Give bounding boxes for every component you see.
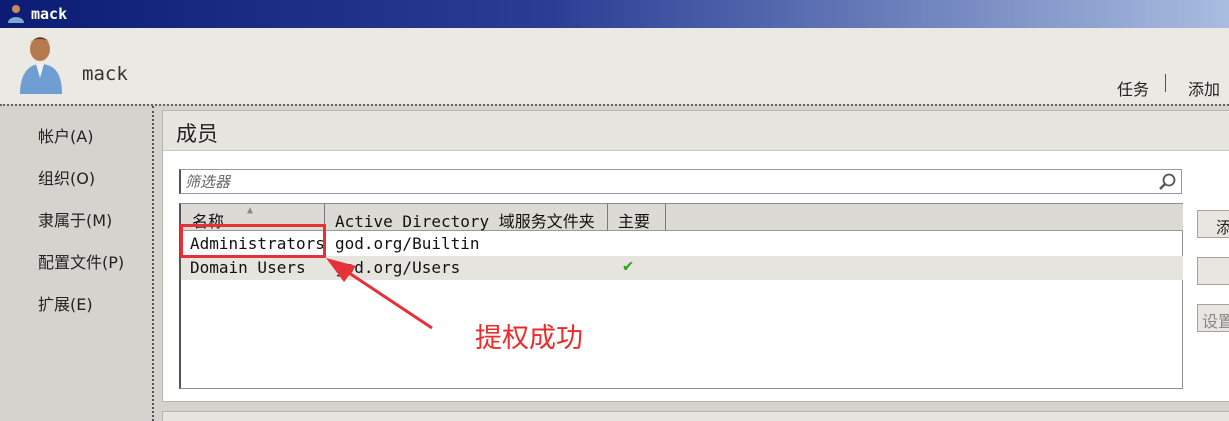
- remove-member-button[interactable]: [1197, 257, 1229, 285]
- members-title: 成员: [176, 122, 218, 146]
- tasks-link[interactable]: 任务: [1117, 76, 1149, 100]
- column-header-folder-label: Active Directory 域服务文件夹: [335, 212, 595, 231]
- search-icon[interactable]: [1157, 172, 1177, 192]
- member-folder: god.org/Users: [335, 258, 461, 277]
- user-name: mack: [82, 63, 128, 85]
- filter-input[interactable]: [185, 172, 1145, 191]
- column-header-primary[interactable]: 主要: [608, 204, 666, 231]
- annotation-text: 提权成功: [475, 323, 583, 354]
- header: mack 任务 添加: [0, 28, 1229, 104]
- column-header-folder[interactable]: Active Directory 域服务文件夹: [325, 204, 608, 231]
- filter-box[interactable]: [179, 169, 1182, 194]
- column-header-primary-label: 主要: [618, 212, 651, 231]
- sidebar-nav: 帐户(A) 组织(O) 隶属于(M) 配置文件(P) 扩展(E): [0, 106, 150, 421]
- header-divider: [0, 104, 1229, 106]
- sort-ascending-icon: ▲: [247, 205, 254, 216]
- nav-item-profile[interactable]: 配置文件(P): [38, 249, 124, 273]
- user-icon: [8, 5, 24, 23]
- add-member-button[interactable]: 添: [1197, 210, 1229, 238]
- nav-item-member-of[interactable]: 隶属于(M): [38, 207, 112, 231]
- primary-check-icon: ✔: [623, 256, 634, 276]
- members-panel-header[interactable]: 成员: [163, 111, 1229, 151]
- user-avatar-icon: [20, 37, 62, 94]
- table-row[interactable]: Domain Users god.org/Users ✔: [181, 256, 1183, 280]
- members-grid: 名称 ▲ Active Directory 域服务文件夹 主要 Administ…: [179, 203, 1183, 389]
- window-title: mack: [31, 5, 68, 23]
- set-primary-button[interactable]: 设置: [1197, 304, 1229, 332]
- lower-panel-header: [162, 411, 1229, 421]
- add-link[interactable]: 添加: [1188, 76, 1220, 100]
- nav-item-organization[interactable]: 组织(O): [38, 165, 95, 189]
- sidebar-divider: [152, 106, 154, 421]
- column-header-filler: [666, 204, 1183, 231]
- member-name: Domain Users: [190, 258, 306, 277]
- nav-item-account[interactable]: 帐户(A): [38, 123, 93, 147]
- member-folder: god.org/Builtin: [335, 234, 480, 253]
- table-row[interactable]: Administrators god.org/Builtin: [181, 232, 1183, 256]
- highlight-box: [180, 224, 326, 258]
- nav-item-extensions[interactable]: 扩展(E): [38, 291, 93, 315]
- window-title-bar[interactable]: mack: [0, 0, 1229, 28]
- header-separator: [1165, 74, 1166, 92]
